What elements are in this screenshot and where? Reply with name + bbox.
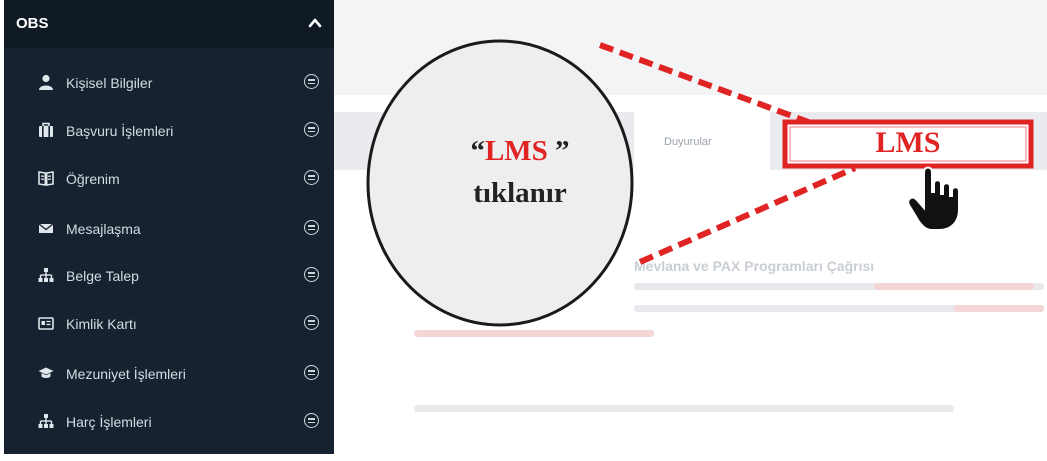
magnifier-label: “LMS ” tıklanır — [395, 130, 645, 214]
connector-line-bottom — [638, 165, 857, 265]
magnifier-line2: tıklanır — [473, 177, 567, 209]
quote-open: “ — [470, 135, 485, 167]
hand-pointer-icon — [907, 166, 960, 231]
magnifier-lms-text: LMS — [484, 135, 548, 167]
annotation-drawing — [366, 39, 1034, 327]
connector-line-top — [598, 42, 832, 133]
annotation-overlay: “LMS ” tıklanır LMS — [0, 0, 1047, 461]
quote-close: ” — [547, 135, 570, 167]
lms-menu-item[interactable]: LMS — [783, 120, 1033, 166]
